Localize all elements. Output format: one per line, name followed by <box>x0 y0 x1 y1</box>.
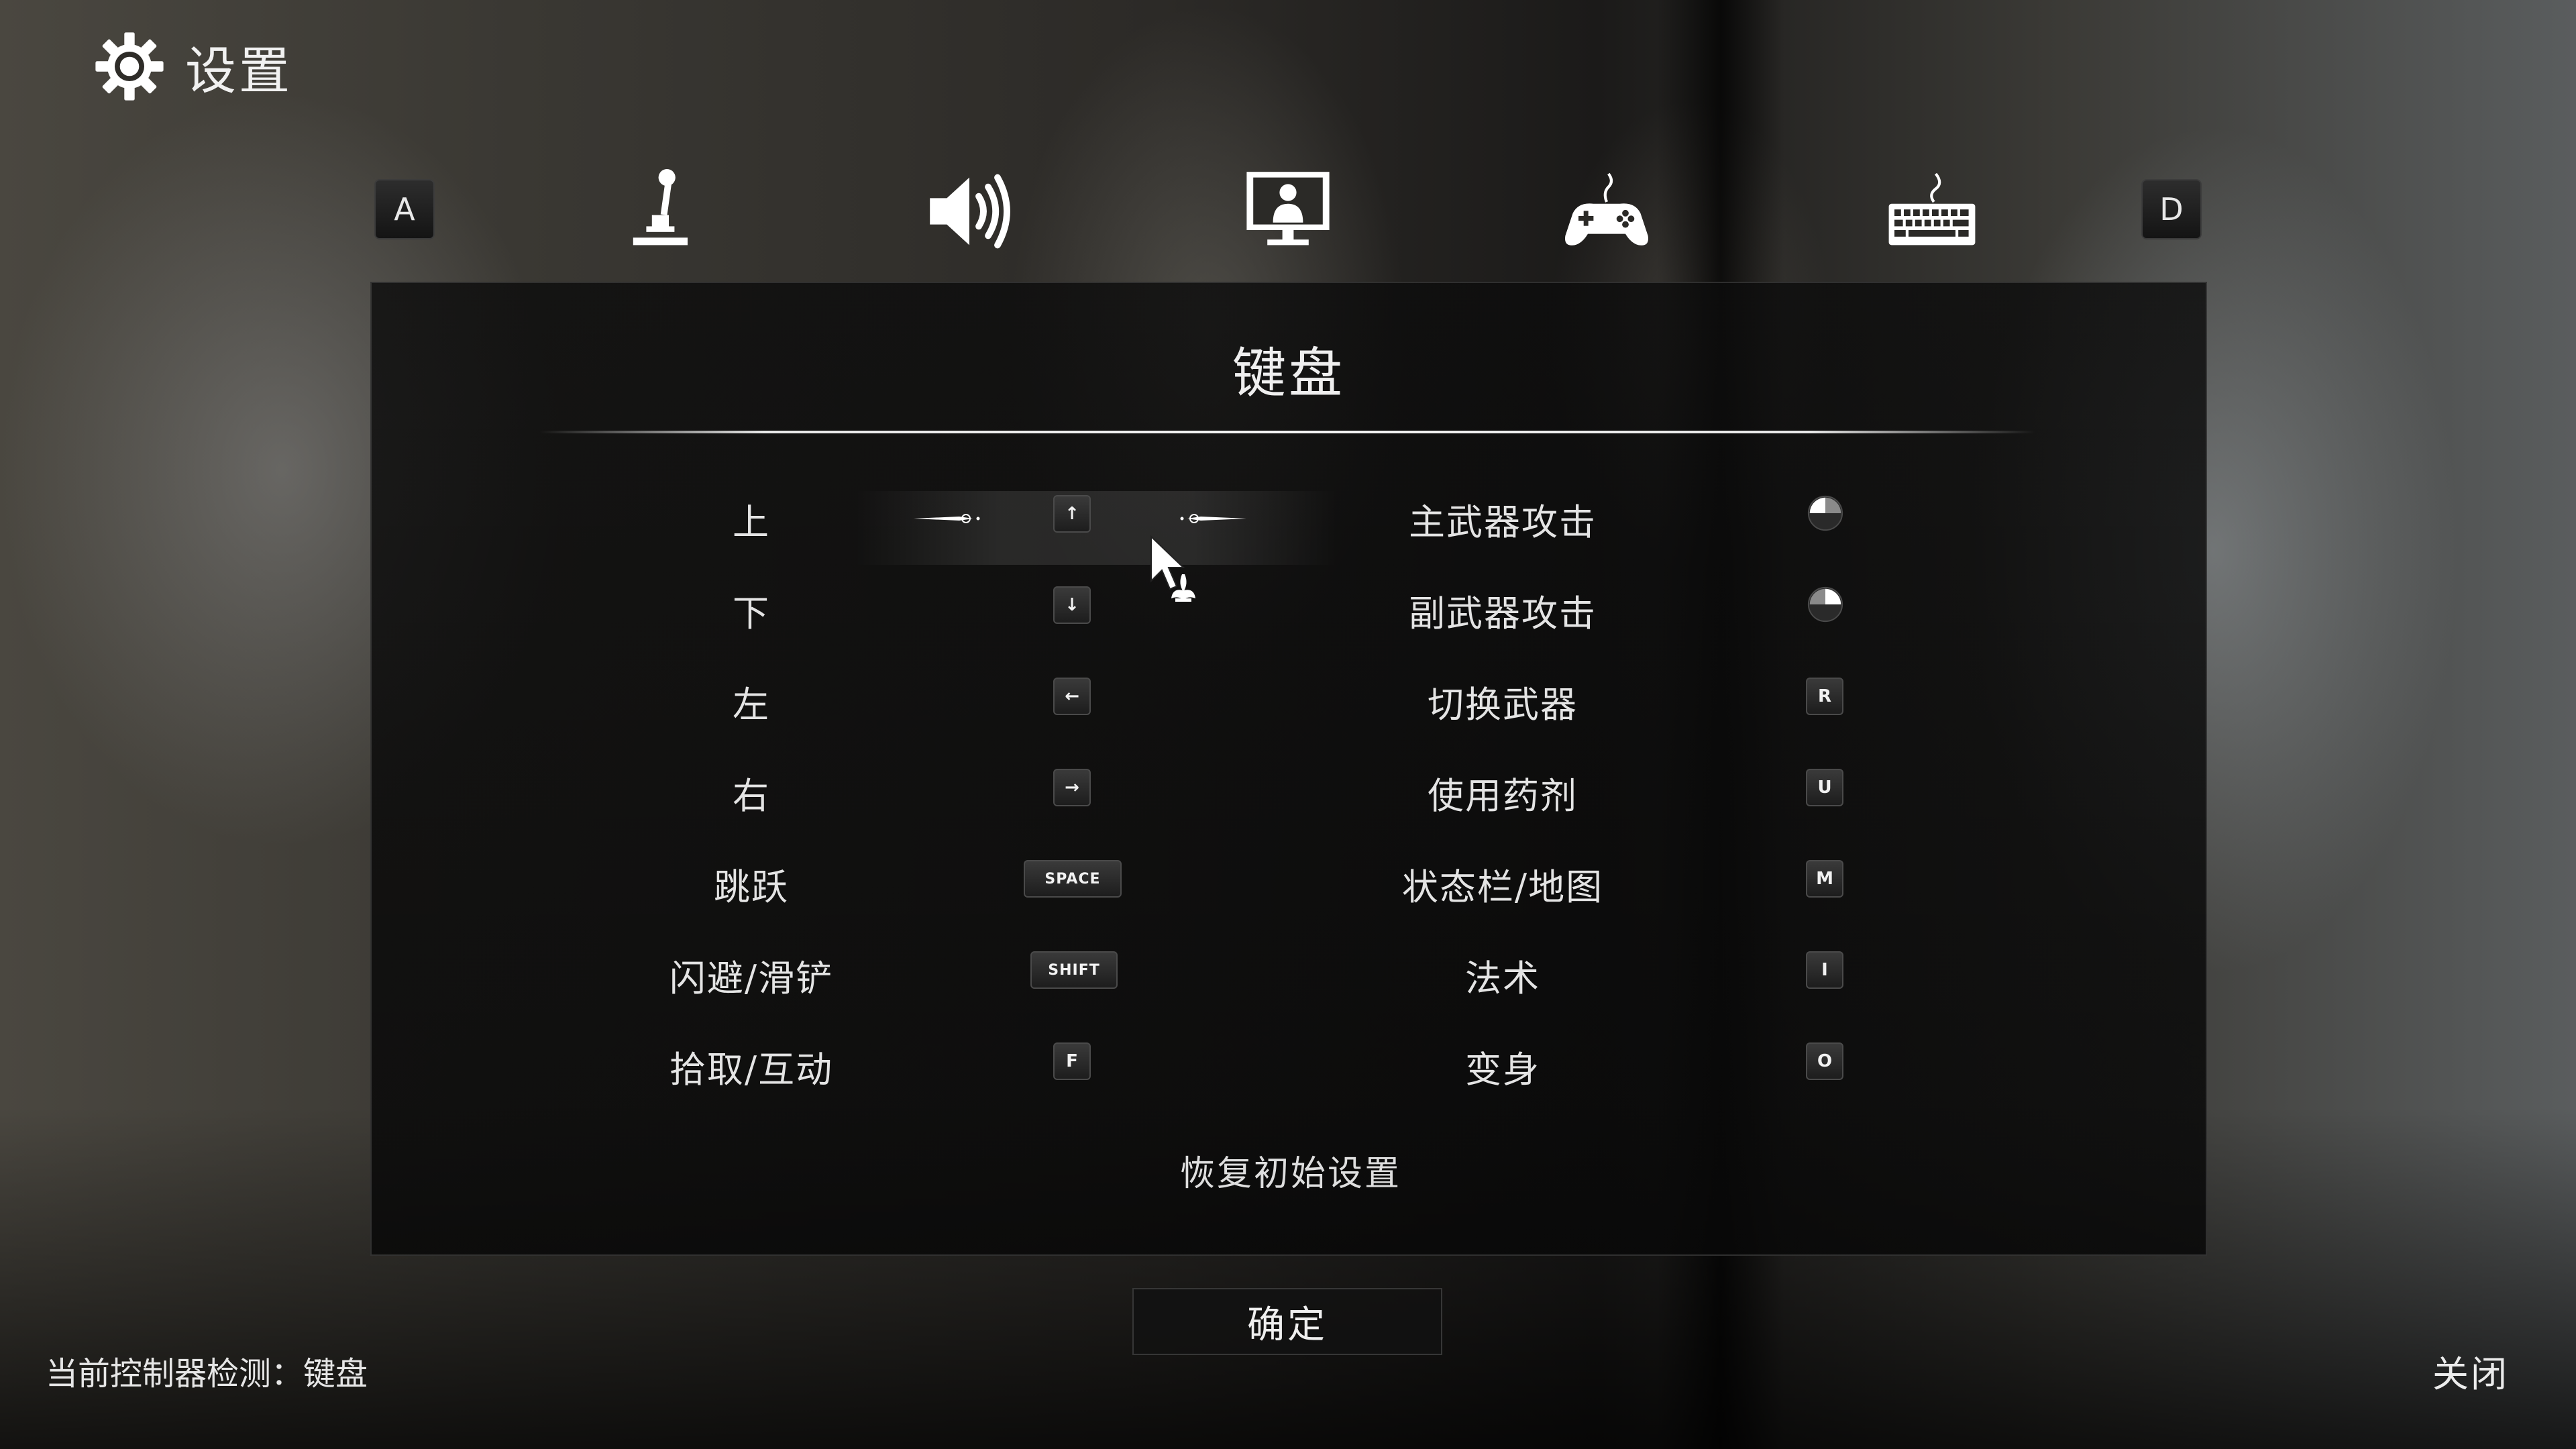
panel-title: 键盘 <box>1232 342 1345 405</box>
binding-label-status-map: 状态栏/地图 <box>1401 866 1604 908</box>
binding-key-switch-weapon[interactable]: R <box>1806 678 1843 715</box>
gear-icon <box>95 32 164 101</box>
close-button[interactable]: 关闭 <box>2432 1344 2509 1397</box>
binding-label-transform: 变身 <box>1465 1049 1540 1091</box>
page-header: 设置 <box>93 30 292 103</box>
binding-key-dodge[interactable]: SHIFT <box>1030 951 1118 989</box>
binding-label-secondary-attack: 副武器攻击 <box>1409 592 1597 635</box>
binding-key-use-potion[interactable]: U <box>1806 769 1843 806</box>
binding-label-switch-weapon: 切换武器 <box>1428 684 1578 726</box>
keyboard-icon <box>1888 172 1976 246</box>
tab-controls[interactable] <box>609 161 710 262</box>
binding-label-use-potion: 使用药剂 <box>1428 775 1578 817</box>
joystick-icon <box>633 169 688 246</box>
binding-key-jump[interactable]: SPACE <box>1024 860 1122 898</box>
tab-display[interactable] <box>1238 161 1338 262</box>
binding-key-interact[interactable]: F <box>1053 1042 1091 1080</box>
binding-key-down[interactable]: ↓ <box>1053 586 1091 624</box>
right-ornament-icon <box>1180 514 1246 523</box>
binding-label-spell: 法术 <box>1465 957 1540 1000</box>
mouse-right-button-icon[interactable] <box>1806 585 1845 624</box>
binding-key-spell[interactable]: I <box>1806 951 1843 989</box>
gamepad-icon <box>1565 172 1648 246</box>
binding-label-primary-attack: 主武器攻击 <box>1409 501 1597 543</box>
page-title: 设置 <box>185 41 292 101</box>
binding-label-left: 左 <box>733 684 770 726</box>
binding-key-status-map[interactable]: M <box>1806 860 1843 898</box>
prev-tab-key-hint[interactable]: A <box>374 179 435 239</box>
mouse-left-button-icon[interactable] <box>1806 494 1845 533</box>
next-tab-key-hint[interactable]: D <box>2141 179 2202 239</box>
controller-detection-status: 当前控制器检测：键盘 <box>46 1355 368 1393</box>
monitor-icon <box>1246 172 1330 246</box>
binding-label-dodge: 闪避/滑铲 <box>669 957 834 1000</box>
binding-key-transform[interactable]: O <box>1806 1042 1843 1080</box>
binding-key-left[interactable]: ← <box>1053 678 1091 715</box>
keyboard-settings-panel: 键盘 上 ↑ 下 ↓ 左 ← 右 → 跳跃 SPACE 闪避/滑铲 SHIFT … <box>370 282 2207 1256</box>
left-ornament-icon <box>914 514 980 523</box>
tab-keyboard[interactable] <box>1882 161 1982 262</box>
binding-label-interact: 拾取/互动 <box>669 1049 834 1091</box>
tab-audio[interactable] <box>919 161 1020 262</box>
binding-label-jump: 跳跃 <box>714 866 789 908</box>
confirm-button[interactable]: 确定 <box>1132 1288 1442 1355</box>
tab-gamepad[interactable] <box>1556 161 1657 262</box>
settings-tab-bar: A D <box>0 161 2576 262</box>
binding-label-down: 下 <box>733 592 770 635</box>
title-divider <box>539 431 2035 433</box>
reset-defaults-button[interactable]: 恢复初始设置 <box>1110 1145 1472 1195</box>
fleur-de-lis-cursor-icon <box>1150 535 1195 602</box>
binding-label-right: 右 <box>733 775 770 817</box>
binding-key-up[interactable]: ↑ <box>1053 495 1091 533</box>
binding-label-up: 上 <box>733 501 770 543</box>
binding-key-right[interactable]: → <box>1053 769 1091 806</box>
speaker-icon <box>930 174 1010 249</box>
